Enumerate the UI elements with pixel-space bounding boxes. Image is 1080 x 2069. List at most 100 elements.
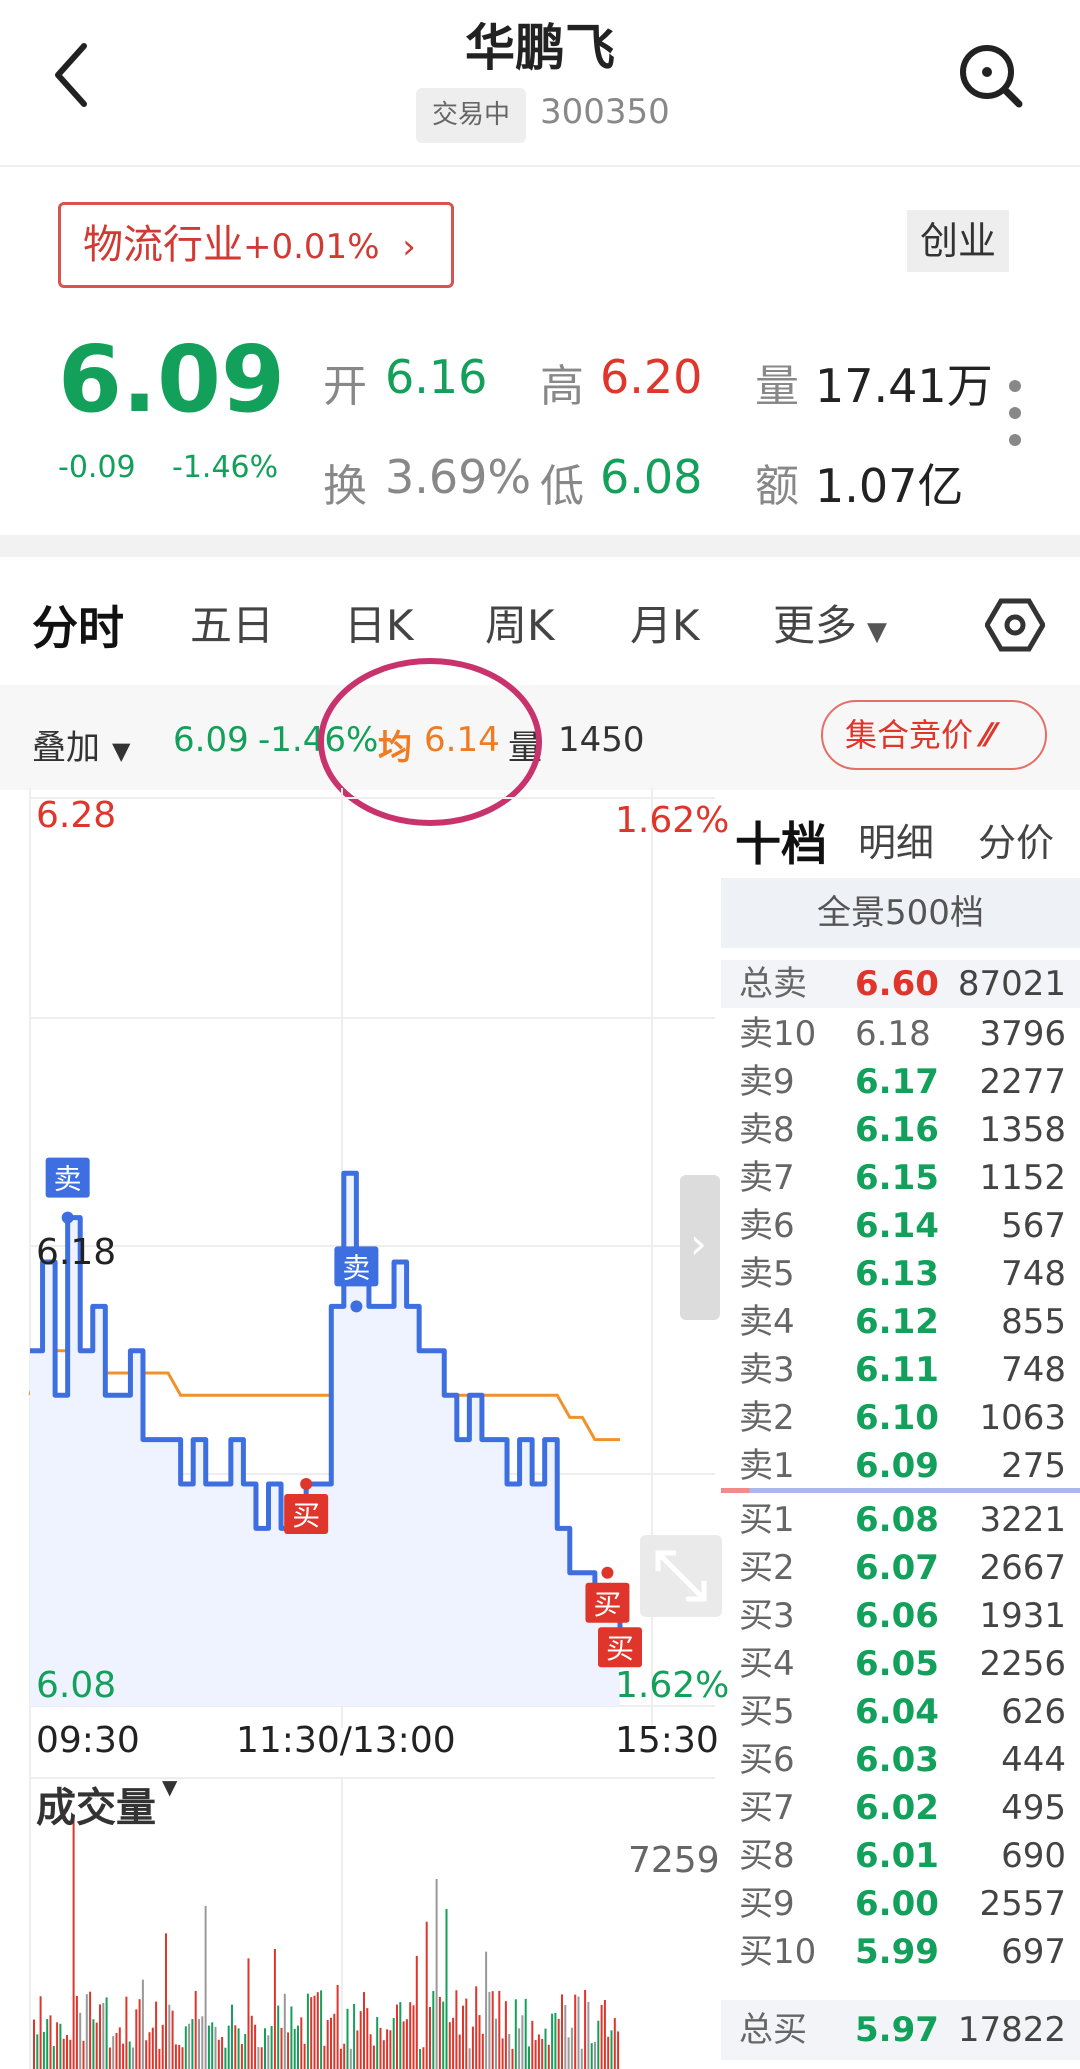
level-label: 买1 <box>739 1500 795 1540</box>
total-buy-row: 总买 5.97 17822 <box>721 2000 1080 2060</box>
ask-row[interactable]: 卖10 6.18 3796 <box>721 1010 1080 1058</box>
volume-bar <box>264 2028 266 2069</box>
level-volume: 2256 <box>979 1644 1066 1684</box>
y-min-pct-label: 1.62% <box>615 1665 730 1706</box>
volume-bar <box>498 1990 501 2069</box>
volume-bar <box>471 2026 474 2069</box>
volume-bar <box>224 2047 227 2069</box>
volume-bar <box>339 2048 342 2069</box>
volume-bar <box>491 1991 494 2069</box>
volume-bar <box>254 2024 257 2069</box>
full-depth-button[interactable]: 全景500档 <box>721 878 1080 948</box>
level-volume: 748 <box>1001 1350 1066 1390</box>
volume-bar <box>95 2022 98 2069</box>
level-volume: 2557 <box>979 1884 1066 1924</box>
bid-row[interactable]: 买4 6.05 2256 <box>721 1640 1080 1688</box>
volume-bar <box>168 2004 171 2069</box>
tab-intraday[interactable]: 分时 <box>32 592 124 658</box>
tab-monthly-k[interactable]: 月K <box>630 592 700 653</box>
volume-bar <box>158 2048 161 2069</box>
hexagon-settings-icon[interactable] <box>985 595 1045 655</box>
tab-weekly-k[interactable]: 周K <box>485 592 555 653</box>
volume-bar <box>188 2023 191 2069</box>
ask-row[interactable]: 卖9 6.17 2277 <box>721 1058 1080 1106</box>
overlay-dropdown[interactable]: 叠加 ▼ <box>32 720 130 769</box>
volume-bar <box>145 2040 148 2069</box>
level-price: 6.13 <box>855 1254 939 1294</box>
bid-row[interactable]: 买1 6.08 3221 <box>721 1496 1080 1544</box>
auction-button[interactable]: 集合竞价 ⁄⁄ <box>821 700 1047 770</box>
volume-bar <box>270 2026 273 2069</box>
bid-row[interactable]: 买2 6.07 2667 <box>721 1544 1080 1592</box>
volume-bar <box>85 1994 88 2069</box>
volume-bar <box>475 1986 478 2069</box>
level-price: 6.07 <box>855 1548 939 1588</box>
total-sell-row: 总卖 6.60 87021 <box>721 960 1080 1008</box>
bid-row[interactable]: 买6 6.03 444 <box>721 1736 1080 1784</box>
search-icon[interactable] <box>955 40 1025 110</box>
ask-row[interactable]: 卖5 6.13 748 <box>721 1250 1080 1298</box>
volume-bar <box>353 2003 356 2069</box>
marker-label: 买 <box>606 1632 634 1665</box>
tab-more[interactable]: 更多 ▼ <box>773 592 887 653</box>
auction-icon: ⁄⁄ <box>983 716 994 754</box>
level-price: 5.99 <box>855 1932 939 1972</box>
ask-row[interactable]: 卖7 6.15 1152 <box>721 1154 1080 1202</box>
volume-bar <box>191 2019 194 2069</box>
more-vertical-icon[interactable] <box>1002 378 1028 448</box>
level-label: 买3 <box>739 1596 795 1636</box>
volume-bar <box>39 1996 42 2069</box>
ask-row[interactable]: 卖6 6.14 567 <box>721 1202 1080 1250</box>
bid-row[interactable]: 买7 6.02 495 <box>721 1784 1080 1832</box>
volume-bar <box>531 2020 534 2069</box>
bid-row[interactable]: 买8 6.01 690 <box>721 1832 1080 1880</box>
volume-bar <box>125 1996 128 2069</box>
total-buy-price: 5.97 <box>855 2010 939 2050</box>
bid-row[interactable]: 买3 6.06 1931 <box>721 1592 1080 1640</box>
level-volume: 1358 <box>979 1110 1066 1150</box>
ask-row[interactable]: 卖2 6.10 1063 <box>721 1394 1080 1442</box>
total-buy-label: 总买 <box>739 2010 807 2050</box>
volume-bar <box>468 2048 471 2069</box>
bid-row[interactable]: 买9 6.00 2557 <box>721 1880 1080 1928</box>
tab-price-dist[interactable]: 分价 <box>978 812 1054 867</box>
volume-bar <box>108 2047 111 2069</box>
industry-tag[interactable]: 物流行业+0.01% › <box>58 202 454 288</box>
volume-bar <box>333 2013 336 2069</box>
volume-bar <box>290 2006 293 2069</box>
tab-details[interactable]: 明细 <box>858 812 934 867</box>
volume-bar <box>75 1995 78 2069</box>
volume-bar <box>313 1995 316 2069</box>
ask-row[interactable]: 卖8 6.16 1358 <box>721 1106 1080 1154</box>
ask-row[interactable]: 卖1 6.09 275 <box>721 1442 1080 1490</box>
volume-title[interactable]: 成交量 ▼ <box>36 1775 177 1833</box>
volume-bar <box>405 2019 408 2069</box>
volume-bar <box>379 2027 382 2069</box>
volume-bar <box>399 2002 402 2069</box>
volume-bar <box>194 1990 197 2069</box>
level-price: 6.12 <box>855 1302 939 1342</box>
ask-row[interactable]: 卖3 6.11 748 <box>721 1346 1080 1394</box>
bid-ask-divider <box>721 1488 1080 1493</box>
ask-row[interactable]: 卖4 6.12 855 <box>721 1298 1080 1346</box>
tab-ten-levels[interactable]: 十档 <box>735 808 827 874</box>
level-volume: 3796 <box>979 1014 1066 1054</box>
board-badge: 创业 <box>907 210 1009 272</box>
volume-bar <box>330 2017 332 2069</box>
intraday-chart[interactable]: 卖卖买买买 <box>0 788 720 2069</box>
volume-bar <box>118 2027 121 2069</box>
bid-row[interactable]: 买10 5.99 697 <box>721 1928 1080 1976</box>
tab-daily-k[interactable]: 日K <box>344 592 414 653</box>
sell-marker: 卖 <box>45 1157 90 1224</box>
fullscreen-button[interactable] <box>640 1535 722 1617</box>
vol-value: 1450 <box>558 720 645 760</box>
expand-panel-handle[interactable]: › <box>680 1175 720 1320</box>
y-mid-label: 6.18 <box>36 1232 117 1273</box>
bid-row[interactable]: 买5 6.04 626 <box>721 1688 1080 1736</box>
tab-five-day[interactable]: 五日 <box>190 592 274 653</box>
volume-bar <box>138 1999 141 2069</box>
level-volume: 748 <box>1001 1254 1066 1294</box>
volume-bar <box>201 2016 204 2069</box>
level-price: 6.09 <box>855 1446 939 1486</box>
volume-bar <box>36 2034 39 2069</box>
